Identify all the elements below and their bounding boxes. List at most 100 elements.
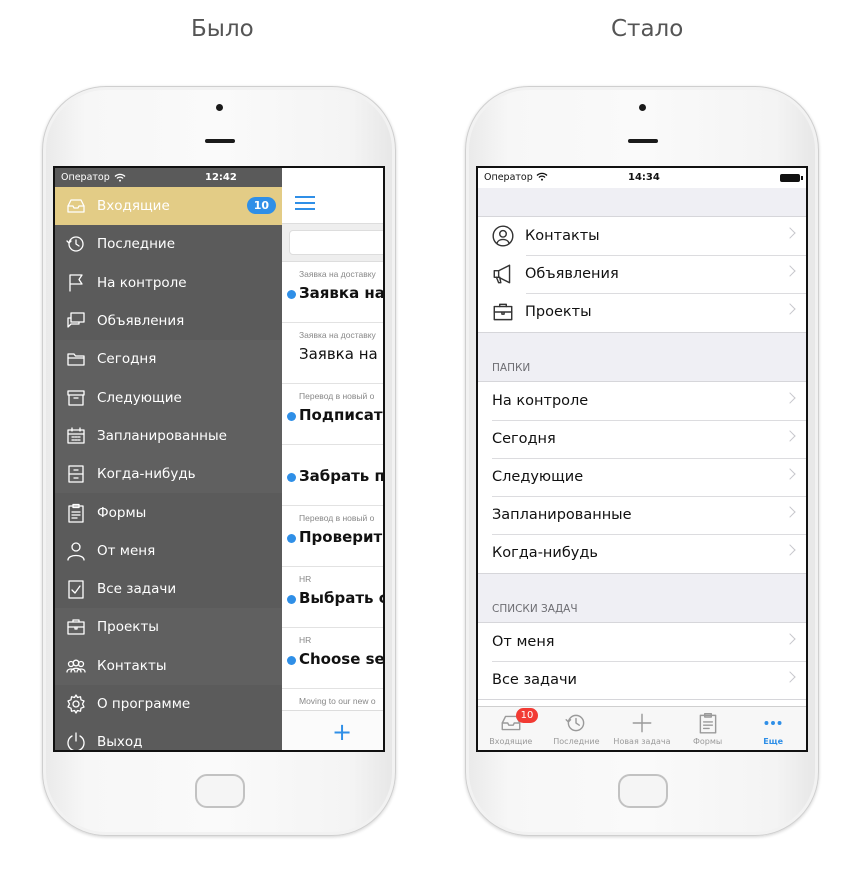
add-task-button[interactable]: + bbox=[332, 720, 352, 744]
tab-0[interactable]: 10 Входящие bbox=[478, 707, 544, 750]
menu-item-10[interactable]: Все задачи bbox=[55, 569, 282, 609]
clipboard-icon bbox=[699, 713, 716, 734]
menu-item-6[interactable]: Запланированные bbox=[55, 416, 282, 456]
menu-item-label: Следующие bbox=[97, 389, 182, 406]
menu-item-5[interactable]: Следующие bbox=[55, 378, 282, 417]
menu-icon bbox=[64, 692, 88, 716]
task-list-peek: Заявка на доставку Заявка на Заявка на д… bbox=[282, 168, 385, 750]
task-title: Заявка на bbox=[299, 284, 385, 302]
briefcase-icon bbox=[493, 304, 513, 321]
lists-row[interactable]: Все задачи bbox=[478, 660, 806, 699]
unread-dot bbox=[287, 656, 296, 665]
menu-item-9[interactable]: От меня bbox=[55, 531, 282, 570]
group-icon bbox=[66, 659, 86, 673]
task-title: Заявка на Д bbox=[299, 345, 385, 363]
folders-row[interactable]: Следующие bbox=[478, 457, 806, 496]
search-bar bbox=[282, 224, 383, 262]
history-icon bbox=[565, 714, 585, 732]
menu-item-label: Входящие bbox=[97, 198, 170, 215]
menu-item-13[interactable]: О программе bbox=[55, 684, 282, 724]
task-subtitle: Заявка на доставку bbox=[299, 330, 376, 340]
row-icon bbox=[490, 223, 516, 249]
power-icon bbox=[67, 732, 85, 750]
task-row[interactable]: Заявка на доставку Заявка на Д bbox=[282, 323, 385, 384]
section-header-lists: СПИСКИ ЗАДАЧ bbox=[492, 602, 578, 615]
menu-icon bbox=[64, 539, 88, 563]
menu-item-4[interactable]: Сегодня bbox=[55, 340, 282, 379]
folders-row[interactable]: На контроле bbox=[478, 382, 806, 420]
menu-icon bbox=[64, 615, 88, 639]
menu-item-14[interactable]: Выход bbox=[55, 723, 282, 751]
checklist-icon bbox=[68, 580, 84, 599]
menu-item-8[interactable]: Формы bbox=[55, 493, 282, 532]
tab-1[interactable]: Последние bbox=[544, 707, 610, 750]
chevron-right-icon bbox=[784, 544, 796, 556]
chevron-right-icon bbox=[784, 632, 796, 645]
menu-item-2[interactable]: На контроле bbox=[55, 263, 282, 302]
phone-after: Оператор 14:34 Контакты Объявления Проек… bbox=[465, 86, 819, 836]
more-icon bbox=[764, 721, 782, 725]
wifi-icon bbox=[114, 173, 126, 182]
tab-4[interactable]: Еще bbox=[740, 707, 806, 750]
user-icon bbox=[67, 542, 85, 561]
row-label: Когда-нибудь bbox=[492, 545, 598, 562]
tab-bar: 10 Входящие Последние Новая задача Формы… bbox=[478, 706, 806, 750]
section-header-folders: ПАПКИ bbox=[492, 361, 531, 374]
folders-row[interactable]: Запланированные bbox=[478, 496, 806, 534]
task-subtitle: Перевод в новый о bbox=[299, 391, 375, 401]
task-row[interactable]: Перевод в новый о Подписать bbox=[282, 384, 383, 445]
tab-2[interactable]: Новая задача bbox=[609, 707, 675, 750]
task-row[interactable]: HR Выбрать со bbox=[282, 567, 383, 628]
unread-dot bbox=[287, 534, 296, 543]
chevron-right-icon bbox=[784, 303, 796, 316]
menu-icon bbox=[64, 271, 88, 295]
tab-3[interactable]: Формы bbox=[675, 707, 741, 750]
menu-item-12[interactable]: Контакты bbox=[55, 646, 282, 685]
home-button[interactable] bbox=[618, 774, 668, 808]
chevron-right-icon bbox=[784, 265, 796, 277]
menu-icon bbox=[64, 347, 88, 371]
task-row[interactable]: Заявка на доставку Заявка на bbox=[282, 262, 385, 323]
home-button[interactable] bbox=[195, 774, 245, 808]
more-row-0[interactable]: Контакты bbox=[478, 217, 806, 255]
menu-item-3[interactable]: Объявления bbox=[55, 301, 282, 341]
screen-after: Оператор 14:34 Контакты Объявления Проек… bbox=[476, 166, 808, 752]
menu-item-11[interactable]: Проекты bbox=[55, 608, 282, 647]
task-title: Выбрать со bbox=[299, 589, 383, 607]
carrier-label: Оператор bbox=[61, 172, 110, 183]
more-row-1[interactable]: Объявления bbox=[478, 255, 806, 293]
clock: 12:42 bbox=[205, 172, 237, 183]
battery-icon bbox=[780, 174, 803, 182]
lists-row[interactable]: От меня bbox=[478, 623, 806, 661]
folders-row[interactable]: Когда-нибудь bbox=[478, 534, 806, 572]
lists-group: От меня Все задачи bbox=[478, 621, 806, 700]
menu-icon bbox=[64, 577, 88, 601]
row-label: Контакты bbox=[525, 228, 600, 245]
menu-item-label: Контакты bbox=[97, 657, 167, 674]
tab-label: Еще bbox=[763, 737, 784, 746]
task-row[interactable]: Забрать пр bbox=[282, 445, 383, 506]
more-row-2[interactable]: Проекты bbox=[478, 293, 806, 331]
hamburger-icon[interactable] bbox=[295, 196, 315, 210]
row-label: Объявления bbox=[525, 266, 619, 283]
search-input[interactable] bbox=[289, 230, 383, 255]
menu-icon bbox=[64, 309, 88, 333]
menu-item-label: Выход bbox=[97, 734, 143, 751]
task-subtitle: HR bbox=[299, 635, 312, 645]
chevron-right-icon bbox=[784, 671, 796, 683]
earpiece bbox=[628, 139, 658, 143]
task-title: Проверить bbox=[299, 528, 385, 546]
menu-item-0[interactable]: Входящие 10 bbox=[55, 187, 282, 226]
task-row[interactable]: HR Choose sec bbox=[282, 628, 383, 689]
chevron-right-icon bbox=[784, 391, 796, 404]
folders-row[interactable]: Сегодня bbox=[478, 419, 806, 458]
menu-item-label: Когда-нибудь bbox=[97, 466, 196, 483]
menu-item-1[interactable]: Последние bbox=[55, 225, 282, 264]
tab-label: Формы bbox=[692, 737, 723, 746]
row-label: Проекты bbox=[525, 304, 592, 321]
task-row[interactable]: Перевод в новый о Проверить bbox=[282, 506, 385, 567]
menu-item-7[interactable]: Когда-нибудь bbox=[55, 455, 282, 494]
plus-icon bbox=[632, 713, 652, 733]
tab-label: Входящие bbox=[489, 737, 533, 746]
task-subtitle: Заявка на доставку bbox=[299, 269, 376, 279]
